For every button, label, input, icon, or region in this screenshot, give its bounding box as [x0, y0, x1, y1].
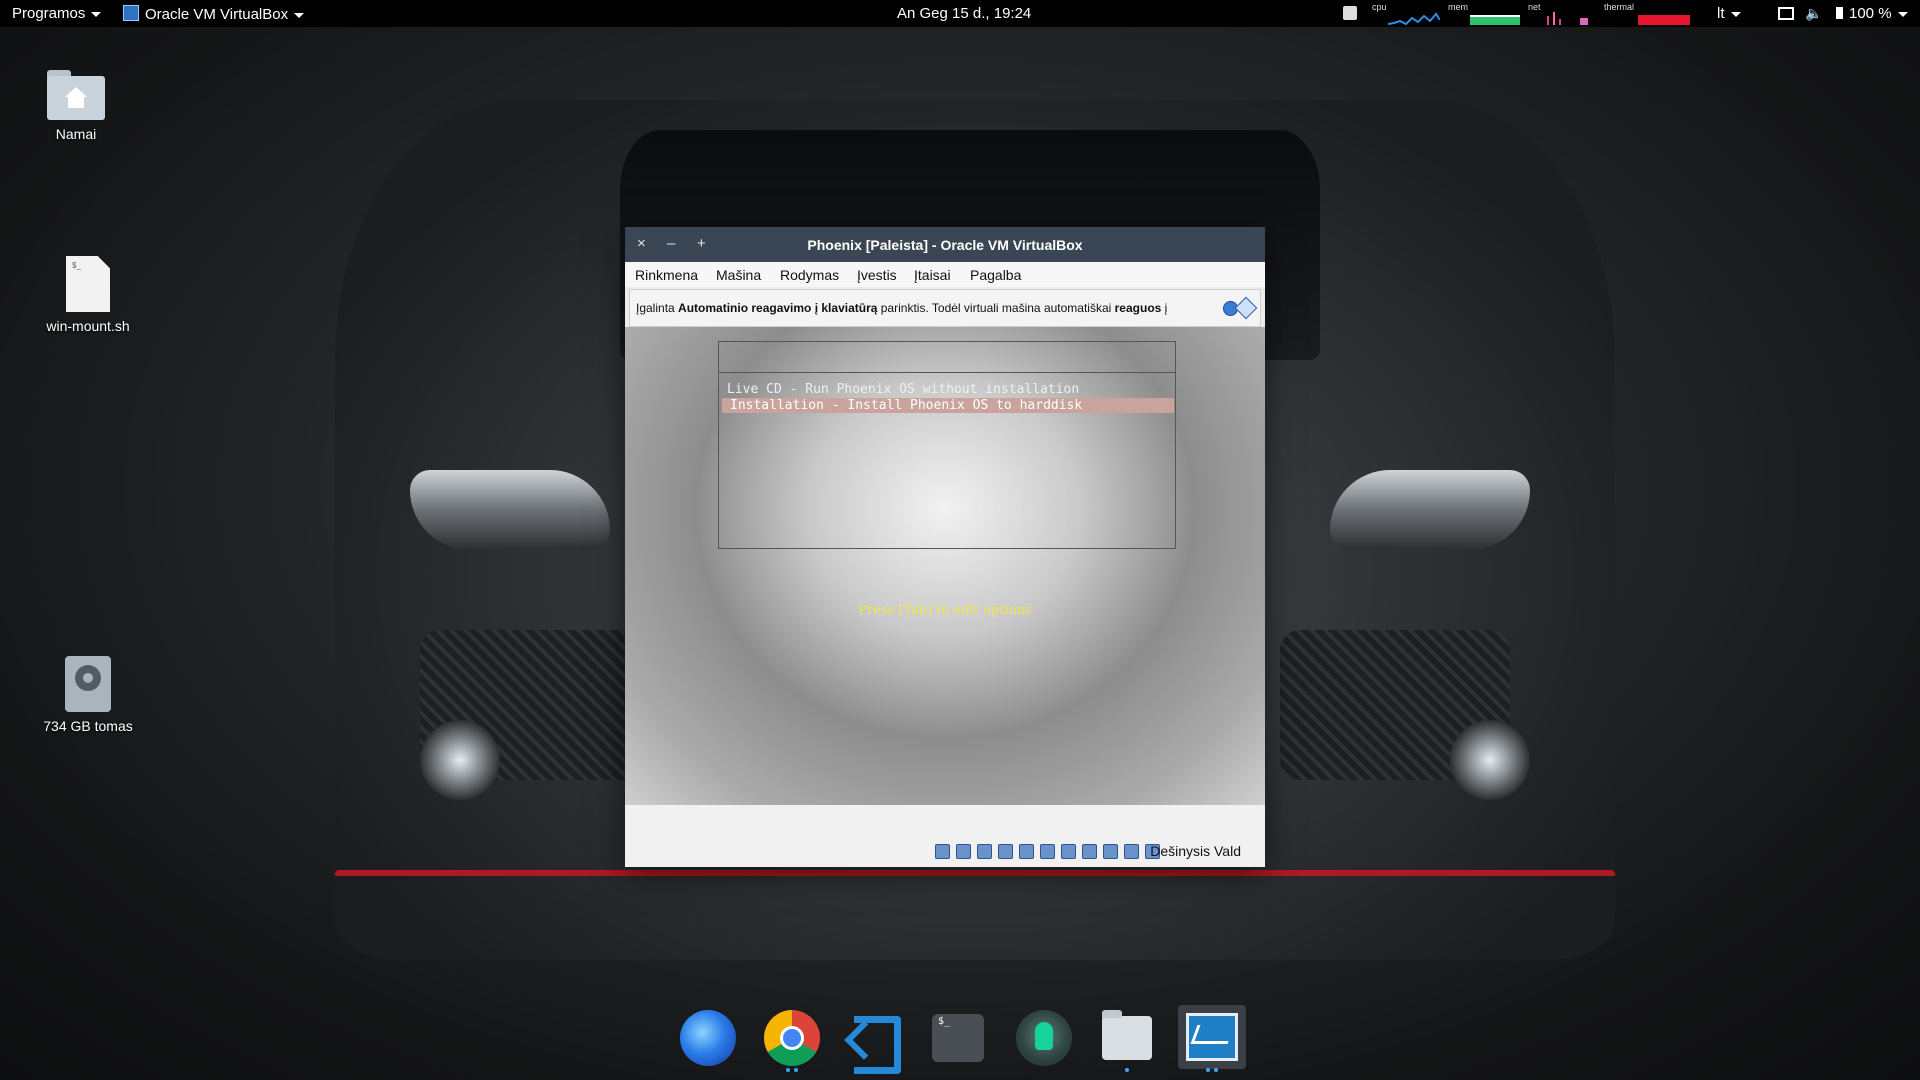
applications-menu[interactable]: Programos — [12, 5, 101, 22]
boot-hint: Press [Tab] to edit options — [858, 603, 1032, 618]
notice-dismiss-icon[interactable] — [1234, 296, 1258, 320]
desktop-icon-label: win-mount.sh — [46, 318, 130, 334]
boot-option-installation[interactable]: Installation - Install Phoenix OS to har… — [722, 398, 1174, 413]
vm-display[interactable]: Live CD - Run Phoenix OS without install… — [625, 327, 1265, 805]
net-label: net — [1528, 2, 1541, 12]
running-indicator — [1214, 1068, 1218, 1072]
menu-item-input[interactable]: Įvestis — [857, 267, 897, 283]
desktop-icon-script[interactable]: $_ win-mount.sh — [28, 256, 148, 334]
status-icons — [935, 843, 1166, 861]
gitkraken-icon[interactable] — [1016, 1010, 1072, 1066]
dock: $_ — [0, 1000, 1920, 1080]
firefox-icon[interactable] — [680, 1010, 736, 1066]
display-icon[interactable] — [1778, 7, 1794, 20]
boot-menu: Live CD - Run Phoenix OS without install… — [718, 341, 1176, 549]
virtualbox-icon — [123, 5, 139, 21]
running-indicator — [794, 1068, 798, 1072]
boot-menu-header — [719, 342, 1175, 373]
net-graph-extra — [1580, 18, 1588, 25]
menu-item-view[interactable]: Rodymas — [780, 267, 839, 283]
auto-capture-notice: Įgalinta Automatinio reagavimo į klaviat… — [629, 289, 1261, 327]
cpu-graph[interactable] — [1388, 12, 1440, 25]
top-panel: Programos Oracle VM VirtualBox An Geg 15… — [0, 0, 1920, 27]
cpu-label: cpu — [1372, 2, 1387, 12]
status-bar: Dešinysis Vald — [625, 805, 1265, 867]
battery-label: 100 % — [1849, 5, 1892, 22]
left-headlight — [410, 470, 610, 550]
notice-bold-2: reaguos — [1114, 301, 1162, 315]
chrome-icon[interactable] — [764, 1010, 820, 1066]
terminal-icon[interactable]: $_ — [932, 1014, 984, 1062]
running-indicator — [1206, 1068, 1210, 1072]
notice-prefix: Įgalinta — [636, 301, 679, 315]
desktop-icon-home[interactable]: Namai — [16, 70, 136, 142]
notice-text: Įgalinta Automatinio reagavimo į klaviat… — [636, 301, 1167, 315]
menu-item-help[interactable]: Pagalba — [970, 267, 1021, 283]
audio-icon[interactable] — [977, 844, 992, 860]
thermal-graph[interactable] — [1638, 12, 1690, 25]
window-title-bar[interactable]: × – + Phoenix [Paleista] - Oracle VM Vir… — [625, 227, 1265, 262]
keyboard-layout-indicator[interactable]: lt — [1717, 5, 1741, 22]
recording-icon[interactable] — [1082, 844, 1097, 860]
volume-icon[interactable]: 🔈 — [1805, 5, 1822, 22]
keyboard-layout-label: lt — [1717, 5, 1725, 22]
display-status-icon[interactable] — [1061, 844, 1076, 860]
running-indicator — [1125, 1068, 1129, 1072]
active-window-label: Oracle VM VirtualBox — [145, 6, 289, 23]
menu-bar: Rinkmena Mašina Rodymas Įvestis Įtaisai … — [625, 262, 1265, 287]
left-fog-light — [420, 720, 500, 800]
system-monitor-icon[interactable] — [1178, 1005, 1246, 1069]
mouse-integration-icon[interactable] — [1124, 844, 1139, 860]
mem-graph[interactable] — [1470, 12, 1520, 25]
network-icon[interactable] — [998, 844, 1013, 860]
thermal-label: thermal — [1604, 2, 1635, 12]
shared-folders-icon[interactable] — [1040, 844, 1055, 860]
battery-icon — [1836, 7, 1843, 19]
optical-drive-icon[interactable] — [956, 844, 971, 860]
menu-item-file[interactable]: Rinkmena — [635, 267, 698, 283]
active-window-menu[interactable]: Oracle VM VirtualBox — [123, 5, 304, 23]
notice-middle: parinktis. Todėl virtuali mašina automat… — [877, 301, 1115, 315]
running-indicator — [786, 1068, 790, 1072]
hard-disk-icon[interactable] — [935, 844, 950, 860]
window-title: Phoenix [Paleista] - Oracle VM VirtualBo… — [807, 237, 1083, 253]
boot-option-live-cd[interactable]: Live CD - Run Phoenix OS without install… — [727, 382, 1079, 397]
mem-label: mem — [1448, 2, 1468, 12]
clock[interactable]: An Geg 15 d., 19:24 — [897, 5, 1031, 22]
drive-icon — [65, 656, 111, 712]
vscode-icon[interactable] — [846, 1010, 902, 1074]
right-headlight — [1330, 470, 1530, 550]
usb-icon[interactable] — [1019, 844, 1034, 860]
files-icon[interactable] — [1102, 1010, 1152, 1060]
virtualbox-window: × – + Phoenix [Paleista] - Oracle VM Vir… — [625, 227, 1265, 867]
right-fog-light — [1450, 720, 1530, 800]
menu-item-devices[interactable]: Įtaisai — [914, 267, 951, 283]
menu-item-machine[interactable]: Mašina — [716, 267, 761, 283]
car-red-accent — [333, 870, 1617, 876]
notice-suffix: į — [1161, 301, 1168, 315]
battery-indicator[interactable]: 100 % — [1836, 5, 1908, 22]
applications-label: Programos — [12, 5, 86, 22]
cpu-status-icon[interactable] — [1103, 844, 1118, 860]
home-folder-icon — [47, 70, 105, 120]
desktop-icon-drive[interactable]: 734 GB tomas — [28, 656, 148, 734]
net-graph[interactable] — [1544, 12, 1564, 25]
system-monitor-tray-icon[interactable] — [1343, 6, 1357, 20]
notice-bold-1: Automatinio reagavimo į klaviatūrą — [678, 301, 878, 315]
desktop-icon-label: 734 GB tomas — [43, 718, 133, 734]
host-key-label[interactable]: Dešinysis Vald — [1150, 843, 1241, 859]
desktop-icon-label: Namai — [55, 126, 97, 142]
script-file-icon: $_ — [66, 256, 110, 312]
